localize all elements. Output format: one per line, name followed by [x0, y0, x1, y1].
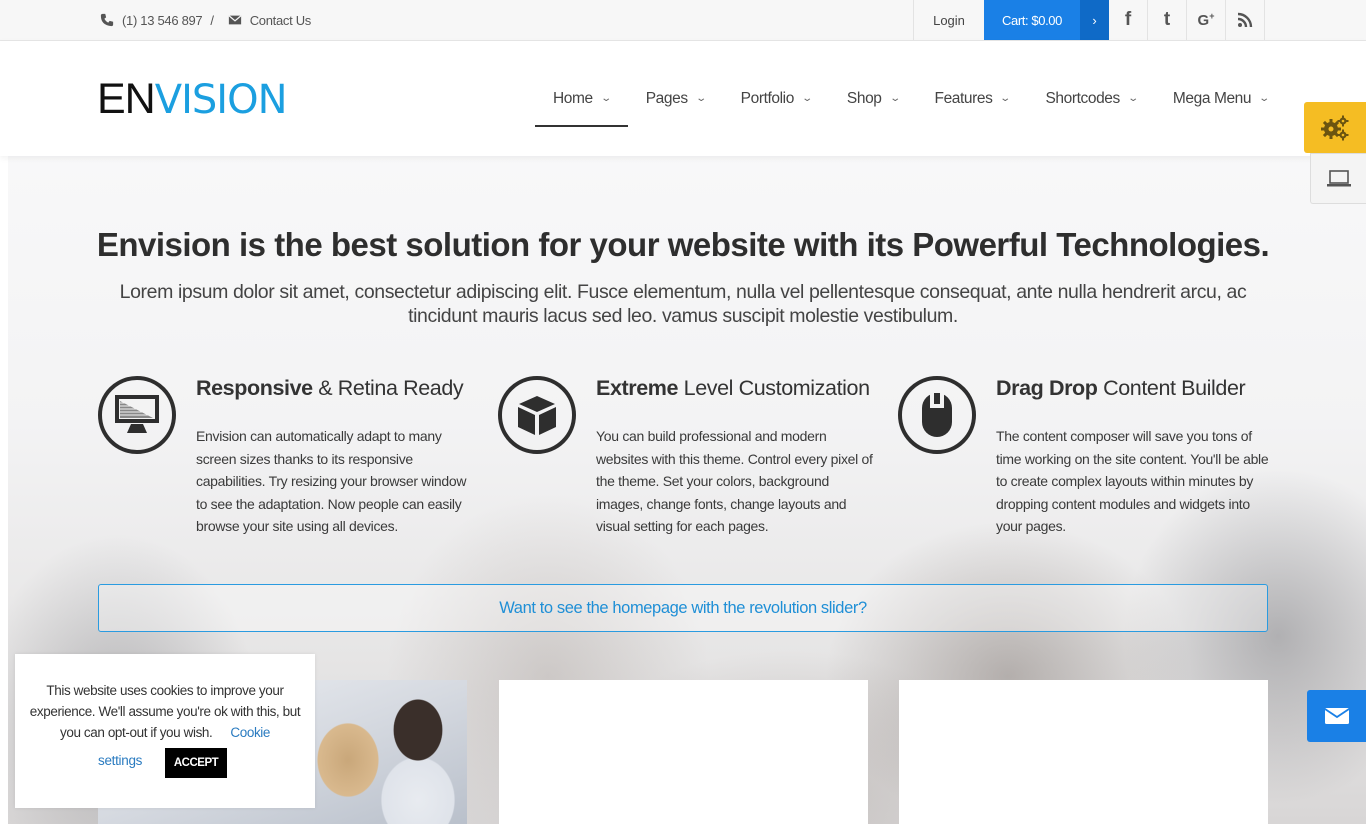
- nav-item-pages[interactable]: Pages ⌄: [628, 41, 723, 156]
- twitter-icon: t: [1163, 9, 1171, 30]
- nav-item-mega-menu[interactable]: Mega Menu ⌄: [1155, 41, 1286, 156]
- chevron-down-icon: ⌄: [1127, 93, 1139, 104]
- feature-title: Responsive & Retina Ready: [196, 376, 464, 400]
- mouse-icon: [922, 393, 952, 437]
- login-button[interactable]: Login: [913, 0, 984, 40]
- nav-item-features[interactable]: Features ⌄: [917, 41, 1028, 156]
- content-card[interactable]: [499, 680, 868, 824]
- phone-number: (1) 13 546 897: [122, 12, 203, 28]
- chevron-down-icon: ⌄: [695, 93, 707, 104]
- cookie-settings-link[interactable]: Cookie: [230, 725, 270, 740]
- cookie-text: This website uses cookies to improve you…: [29, 683, 301, 740]
- nav-item-portfolio[interactable]: Portfolio ⌄: [723, 41, 829, 156]
- content-card[interactable]: [899, 680, 1268, 824]
- feature-title: Drag Drop Content Builder: [996, 376, 1246, 400]
- logo[interactable]: ENVISION: [97, 77, 287, 122]
- gears-icon: [1321, 115, 1349, 140]
- cookie-settings-link[interactable]: settings: [98, 753, 142, 768]
- cube-icon: [518, 396, 556, 435]
- nav-item-shop[interactable]: Shop ⌄: [829, 41, 917, 156]
- cart-button[interactable]: Cart: $0.00: [984, 0, 1080, 40]
- feature-description: You can build professional and modern we…: [596, 428, 873, 534]
- style-switcher-button[interactable]: [1304, 102, 1366, 153]
- cart-arrow-button[interactable]: ›: [1080, 0, 1109, 40]
- hero-title: Envision is the best solution for your w…: [96, 226, 1270, 263]
- contact-us-link[interactable]: Contact Us: [250, 13, 312, 28]
- google-plus-link[interactable]: G+: [1187, 0, 1226, 40]
- site-header: ENVISION Home ⌄ Pages ⌄ Portfolio ⌄ Shop ⌄ F…: [0, 41, 1366, 156]
- top-bar: (1) 13 546 897 / Contact Us Login Cart: …: [0, 0, 1366, 41]
- google-plus-icon: G+: [1197, 11, 1215, 29]
- rss-link[interactable]: [1226, 0, 1265, 40]
- contact-mail-button[interactable]: [1307, 690, 1366, 742]
- logo-text-vision: VISION: [154, 77, 288, 123]
- envelope-icon: [228, 15, 242, 25]
- chevron-down-icon: ⌄: [888, 93, 901, 104]
- nav-item-home[interactable]: Home ⌄: [535, 41, 628, 156]
- twitter-link[interactable]: t: [1148, 0, 1187, 40]
- feature-icon-circle: [898, 376, 976, 454]
- chevron-down-icon: ⌄: [600, 93, 612, 104]
- rss-icon: [1237, 12, 1253, 28]
- facebook-icon: f: [1124, 9, 1132, 30]
- nav-item-shortcodes[interactable]: Shortcodes ⌄: [1027, 41, 1154, 156]
- chevron-down-icon: ⌄: [999, 93, 1012, 104]
- feature-icon-circle: [498, 376, 576, 454]
- feature-description: The content composer will save you tons …: [996, 428, 1269, 534]
- facebook-link[interactable]: f: [1109, 0, 1148, 40]
- revolution-slider-link[interactable]: Want to see the homepage with the revolu…: [98, 584, 1268, 632]
- topbar-actions: Login Cart: $0.00 › f t G+: [913, 0, 1265, 40]
- chevron-down-icon: ⌄: [801, 93, 813, 104]
- separator: /: [210, 12, 214, 28]
- phone-icon: [100, 13, 114, 27]
- envelope-icon: [1324, 708, 1349, 724]
- accept-cookies-button[interactable]: ACCEPT: [165, 748, 227, 778]
- cookie-notice: This website uses cookies to improve you…: [15, 654, 315, 808]
- responsive-preview-button[interactable]: [1310, 153, 1366, 204]
- logo-text-en: EN: [97, 75, 156, 123]
- contact-info: (1) 13 546 897 / Contact Us: [100, 0, 311, 40]
- feature-description: Envision can automatically adapt to many…: [196, 428, 467, 534]
- chevron-down-icon: ⌄: [1258, 93, 1271, 104]
- feature-icon-circle: [98, 376, 176, 454]
- feature-title: Extreme Level Customization: [596, 376, 870, 400]
- laptop-icon: [1326, 169, 1351, 186]
- main-nav: Home ⌄ Pages ⌄ Portfolio ⌄ Shop ⌄ Features ⌄ …: [535, 41, 1286, 156]
- hero-subtitle: Lorem ipsum dolor sit amet, consectetur …: [119, 281, 1247, 327]
- monitor-icon: [115, 395, 159, 433]
